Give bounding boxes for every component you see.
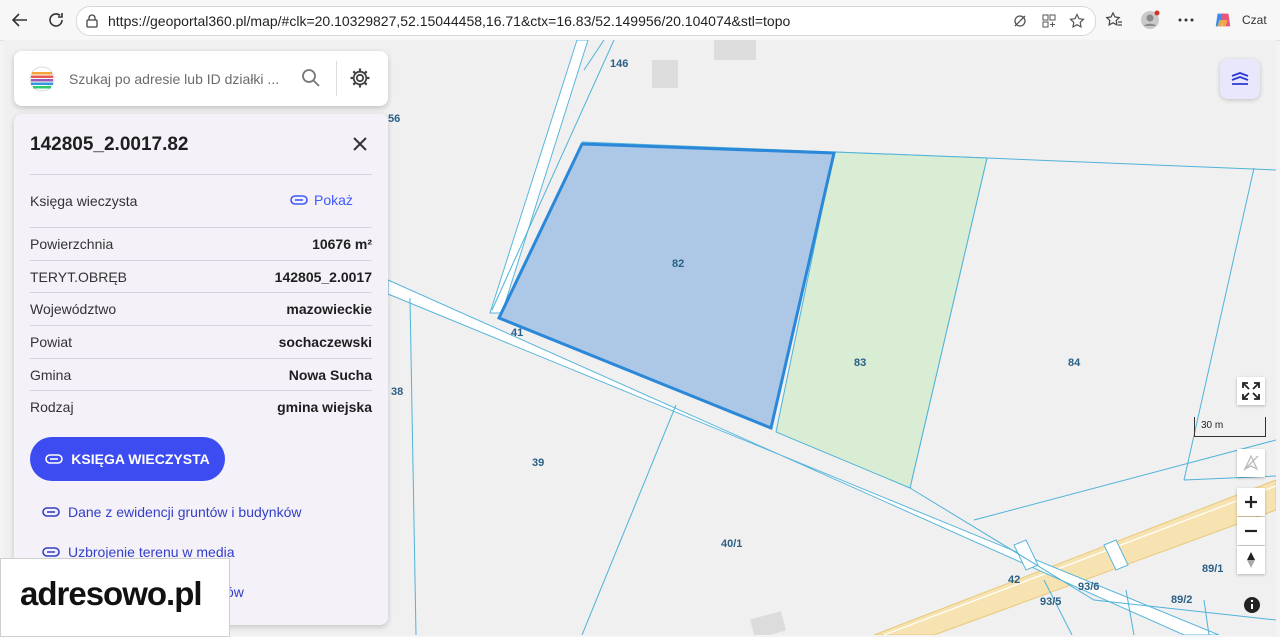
parcel-label: 146 xyxy=(610,58,628,70)
parcel-label: 93/5 xyxy=(1040,596,1061,608)
search-input[interactable] xyxy=(67,67,301,91)
refresh-button[interactable] xyxy=(44,8,68,32)
app-available-icon[interactable] xyxy=(1040,12,1058,30)
layers-icon xyxy=(1231,72,1249,85)
divider xyxy=(30,358,372,359)
row-value-teryt: 142805_2.0017 xyxy=(274,269,372,285)
land-register-button-label: KSIĘGA WIECZYSTA xyxy=(71,451,210,467)
parcel-label: 40/1 xyxy=(721,538,742,550)
kw-label: Księga wieczysta xyxy=(30,193,138,209)
close-icon[interactable] xyxy=(348,132,372,156)
parcel-label: 89/1 xyxy=(1202,563,1223,575)
parcel-label: 42 xyxy=(1008,574,1020,586)
favorites-icon[interactable] xyxy=(1104,10,1124,30)
row-label-voivodeship: Województwo xyxy=(30,301,117,317)
search-divider xyxy=(336,61,337,96)
profile-avatar[interactable] xyxy=(1140,10,1160,30)
zoom-out-button[interactable] xyxy=(1237,517,1265,545)
parcel-label: 93/6 xyxy=(1078,581,1099,593)
adresowo-logo: adresowo.pl xyxy=(0,558,230,637)
favorite-star-icon[interactable] xyxy=(1068,12,1086,30)
parcel-label: 41 xyxy=(511,327,523,339)
settings-gear-icon[interactable] xyxy=(349,67,371,89)
info-icon[interactable] xyxy=(1243,596,1261,614)
compass-button[interactable] xyxy=(1237,546,1265,574)
parcel-info-panel: 142805_2.0017.82 Księga wieczysta Pokaż … xyxy=(14,114,388,625)
building xyxy=(652,60,678,88)
link-label: Dane z ewidencji gruntów i budynków xyxy=(68,504,302,520)
browser-toolbar: https://geoportal360.pl/map/#clk=20.1032… xyxy=(0,0,1280,41)
row-label-county: Powiat xyxy=(30,334,73,350)
copilot-label[interactable]: Czat xyxy=(1242,13,1267,27)
search-bar xyxy=(14,51,388,106)
location-button[interactable] xyxy=(1237,449,1265,477)
divider xyxy=(30,227,372,228)
geoportal-logo-icon[interactable] xyxy=(29,66,55,92)
site-info-icon[interactable] xyxy=(83,12,101,30)
parcel-label: 56 xyxy=(388,113,400,125)
divider xyxy=(30,292,372,293)
row-label-area: Powierzchnia xyxy=(30,236,114,252)
scale-label: 30 m xyxy=(1201,420,1224,431)
layers-button[interactable] xyxy=(1220,59,1260,99)
tracking-prevention-icon[interactable] xyxy=(1011,12,1029,30)
copilot-icon[interactable] xyxy=(1213,10,1233,30)
divider xyxy=(30,260,372,261)
row-value-county: sochaczewski xyxy=(278,334,372,350)
link-icon xyxy=(42,547,60,557)
building xyxy=(749,611,787,635)
fullscreen-icon xyxy=(1242,382,1260,400)
row-value-commune: Nowa Sucha xyxy=(288,367,372,383)
selected-parcel-82[interactable] xyxy=(496,142,836,431)
show-label: Pokaż xyxy=(314,192,353,208)
row-label-type: Rodzaj xyxy=(30,399,74,415)
link-icon xyxy=(42,507,60,517)
search-icon[interactable] xyxy=(301,68,321,88)
plus-icon xyxy=(1245,496,1257,508)
link-icon xyxy=(45,454,64,464)
back-button[interactable] xyxy=(8,8,32,32)
parcel-title: 142805_2.0017.82 xyxy=(30,134,189,155)
divider xyxy=(30,325,372,326)
show-kw-link[interactable]: Pokaż xyxy=(290,192,353,208)
refresh-icon xyxy=(49,13,63,27)
logo-text: adresowo.pl xyxy=(20,575,203,612)
parcel-label: 84 xyxy=(1068,357,1081,369)
parcel-label: 38 xyxy=(391,386,403,398)
url-text: https://geoportal360.pl/map/#clk=20.1032… xyxy=(108,13,791,29)
compass-icon xyxy=(1247,552,1255,568)
land-register-button[interactable]: KSIĘGA WIECZYSTA xyxy=(30,437,225,481)
back-arrow-icon xyxy=(11,13,27,27)
parcel-label: 83 xyxy=(854,357,866,369)
more-menu-icon[interactable] xyxy=(1176,10,1196,30)
row-value-area: 10676 m² xyxy=(312,236,372,252)
divider xyxy=(30,390,372,391)
parcel-label: 82 xyxy=(672,258,684,270)
row-value-type: gmina wiejska xyxy=(277,399,372,415)
link-land-records[interactable]: Dane z ewidencji gruntów i budynków xyxy=(42,504,301,520)
link-icon xyxy=(290,195,308,205)
parcel-label: 39 xyxy=(532,457,544,469)
address-bar[interactable]: https://geoportal360.pl/map/#clk=20.1032… xyxy=(76,6,1096,36)
location-off-icon xyxy=(1243,454,1259,471)
building xyxy=(714,40,756,60)
minus-icon xyxy=(1245,529,1257,533)
zoom-in-button[interactable] xyxy=(1237,488,1265,516)
divider xyxy=(30,174,372,175)
row-label-teryt: TERYT.OBRĘB xyxy=(30,269,127,285)
row-value-voivodeship: mazowieckie xyxy=(286,301,372,317)
fullscreen-button[interactable] xyxy=(1237,377,1265,405)
row-label-commune: Gmina xyxy=(30,367,72,383)
parcel-label: 89/2 xyxy=(1171,594,1192,606)
scale-bar: 30 m xyxy=(1194,417,1266,437)
